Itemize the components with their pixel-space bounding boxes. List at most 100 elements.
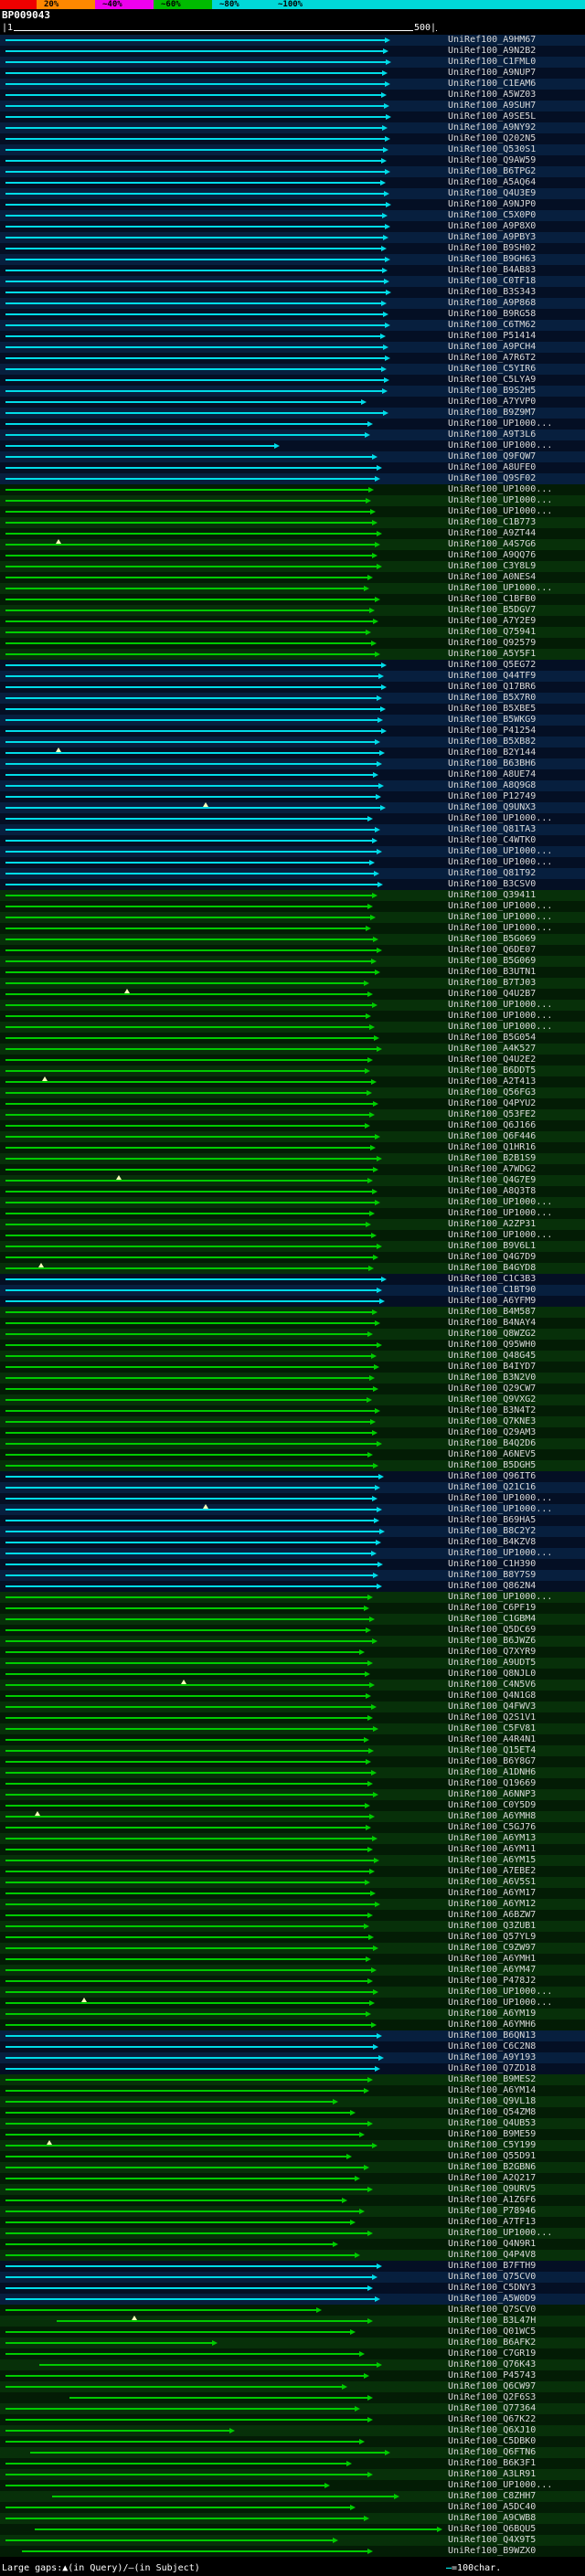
hit-label[interactable]: UniRef100_A6YM19	[448, 2009, 536, 2019]
hit-bar[interactable]	[5, 697, 377, 699]
hit-bar[interactable]	[5, 1662, 368, 1664]
hit-label[interactable]: UniRef100_Q56FG3	[448, 1088, 536, 1097]
hit-bar[interactable]	[5, 2210, 359, 2212]
hit-bar[interactable]	[5, 335, 380, 337]
hit-label[interactable]: UniRef100_Q4G7E9	[448, 1176, 536, 1185]
hit-label[interactable]: UniRef100_Q19669	[448, 1779, 536, 1788]
hit-label[interactable]: UniRef100_B63BH6	[448, 759, 536, 769]
hit-label[interactable]: UniRef100_A6BZW7	[448, 1911, 536, 1920]
hit-bar[interactable]	[5, 1256, 373, 1258]
hit-bar[interactable]	[5, 1432, 373, 1434]
hit-label[interactable]: UniRef100_UP1000...	[448, 1998, 552, 2008]
hit-bar[interactable]	[5, 1410, 375, 1412]
hit-bar[interactable]	[30, 2452, 386, 2454]
hit-label[interactable]: UniRef100_A1Z6F6	[448, 2196, 536, 2205]
hit-label[interactable]: UniRef100_C5YIR6	[448, 365, 536, 374]
hit-bar[interactable]	[5, 2353, 359, 2355]
hit-label[interactable]: UniRef100_P51414	[448, 332, 536, 341]
hit-bar[interactable]	[5, 1761, 367, 1763]
hit-label[interactable]: UniRef100_UP1000...	[448, 441, 552, 451]
hit-label[interactable]: UniRef100_Q9VXG2	[448, 1395, 536, 1405]
hit-label[interactable]: UniRef100_B9ME59	[448, 2130, 536, 2139]
hit-label[interactable]: UniRef100_A6V5S1	[448, 1878, 536, 1887]
hit-bar[interactable]	[5, 906, 368, 907]
hit-label[interactable]: UniRef100_A1DNH6	[448, 1768, 536, 1777]
hit-bar[interactable]	[5, 752, 379, 754]
hit-bar[interactable]	[5, 1816, 370, 1818]
hit-bar[interactable]	[5, 138, 386, 140]
hit-label[interactable]: UniRef100_B9V6L1	[448, 1242, 536, 1251]
hit-bar[interactable]	[5, 379, 385, 381]
hit-label[interactable]: UniRef100_A5W0D9	[448, 2295, 536, 2304]
hit-label[interactable]: UniRef100_Q01WC5	[448, 2327, 536, 2337]
hit-bar[interactable]	[5, 818, 368, 820]
hit-bar[interactable]	[5, 2254, 356, 2256]
hit-label[interactable]: UniRef100_Q4U2B7	[448, 990, 536, 999]
hit-label[interactable]: UniRef100_A8UFE0	[448, 463, 536, 472]
hit-label[interactable]: UniRef100_A8Q9G8	[448, 781, 536, 790]
hit-bar[interactable]	[5, 993, 368, 995]
hit-label[interactable]: UniRef100_A7EBE2	[448, 1867, 536, 1876]
hit-bar[interactable]	[5, 193, 385, 195]
hit-bar[interactable]	[5, 61, 387, 63]
hit-label[interactable]: UniRef100_B3N4T2	[448, 1406, 536, 1415]
hit-label[interactable]: UniRef100_B6K3F1	[448, 2459, 536, 2468]
hit-label[interactable]: UniRef100_A2ZP31	[448, 1220, 536, 1229]
hit-label[interactable]: UniRef100_UP1000...	[448, 847, 552, 856]
hit-label[interactable]: UniRef100_Q9VL18	[448, 2097, 536, 2106]
hit-label[interactable]: UniRef100_A5DC40	[448, 2503, 536, 2512]
hit-label[interactable]: UniRef100_B5XB82	[448, 737, 536, 747]
hit-bar[interactable]	[5, 2079, 368, 2081]
hit-label[interactable]: UniRef100_Q57YL9	[448, 1933, 536, 1942]
hit-label[interactable]: UniRef100_P45743	[448, 2371, 536, 2380]
hit-label[interactable]: UniRef100_B9GH63	[448, 255, 536, 264]
hit-label[interactable]: UniRef100_UP1000...	[448, 1023, 552, 1032]
hit-label[interactable]: UniRef100_B7TJ03	[448, 979, 536, 988]
hit-bar[interactable]	[5, 2178, 356, 2179]
hit-bar[interactable]	[5, 1914, 368, 1916]
hit-label[interactable]: UniRef100_Q8NJL0	[448, 1670, 536, 1679]
hit-label[interactable]: UniRef100_A9P868	[448, 299, 536, 308]
hit-bar[interactable]	[5, 1399, 367, 1401]
hit-bar[interactable]	[5, 215, 383, 217]
hit-label[interactable]: UniRef100_Q4N9R1	[448, 2240, 536, 2249]
hit-bar[interactable]	[5, 763, 377, 765]
hit-label[interactable]: UniRef100_Q862N4	[448, 1582, 536, 1591]
hit-bar[interactable]	[5, 2375, 364, 2377]
hit-label[interactable]: UniRef100_Q4PYU2	[448, 1099, 536, 1108]
hit-label[interactable]: UniRef100_Q53FE2	[448, 1110, 536, 1119]
hit-label[interactable]: UniRef100_C3Y8L9	[448, 562, 536, 571]
hit-bar[interactable]	[5, 785, 378, 787]
hit-label[interactable]: UniRef100_A9HM67	[448, 36, 536, 45]
hit-label[interactable]: UniRef100_UP1000...	[448, 1593, 552, 1602]
hit-bar[interactable]	[21, 2550, 368, 2552]
hit-bar[interactable]	[5, 2090, 364, 2092]
hit-bar[interactable]	[5, 1827, 367, 1829]
hit-bar[interactable]	[5, 116, 387, 118]
hit-bar[interactable]	[5, 949, 377, 951]
hit-bar[interactable]	[5, 2221, 351, 2223]
hit-bar[interactable]	[5, 1574, 373, 1576]
hit-bar[interactable]	[5, 105, 385, 107]
hit-label[interactable]: UniRef100_A6YM13	[448, 1834, 536, 1843]
hit-label[interactable]: UniRef100_Q2S1V1	[448, 1713, 536, 1723]
hit-label[interactable]: UniRef100_C5LYA9	[448, 376, 536, 385]
hit-bar[interactable]	[5, 1882, 366, 1883]
hit-bar[interactable]	[5, 2024, 372, 2026]
hit-label[interactable]: UniRef100_B5G069	[448, 935, 536, 944]
hit-bar[interactable]	[5, 2243, 334, 2245]
hit-bar[interactable]	[5, 1158, 377, 1160]
hit-bar[interactable]	[5, 1783, 368, 1785]
hit-label[interactable]: UniRef100_Q21C16	[448, 1483, 536, 1492]
hit-label[interactable]: UniRef100_C1BT90	[448, 1286, 536, 1295]
hit-label[interactable]: UniRef100_B5DGH5	[448, 1461, 536, 1470]
hit-bar[interactable]	[5, 1991, 373, 1993]
hit-label[interactable]: UniRef100_Q77364	[448, 2404, 536, 2413]
hit-label[interactable]: UniRef100_B6TPG2	[448, 167, 536, 176]
hit-label[interactable]: UniRef100_B5XBE5	[448, 705, 536, 714]
hit-label[interactable]: UniRef100_A9PCH4	[448, 343, 536, 352]
hit-bar[interactable]	[5, 1059, 368, 1061]
hit-bar[interactable]	[5, 1520, 374, 1521]
hit-bar[interactable]	[5, 1311, 373, 1313]
hit-label[interactable]: UniRef100_A8UE74	[448, 770, 536, 779]
